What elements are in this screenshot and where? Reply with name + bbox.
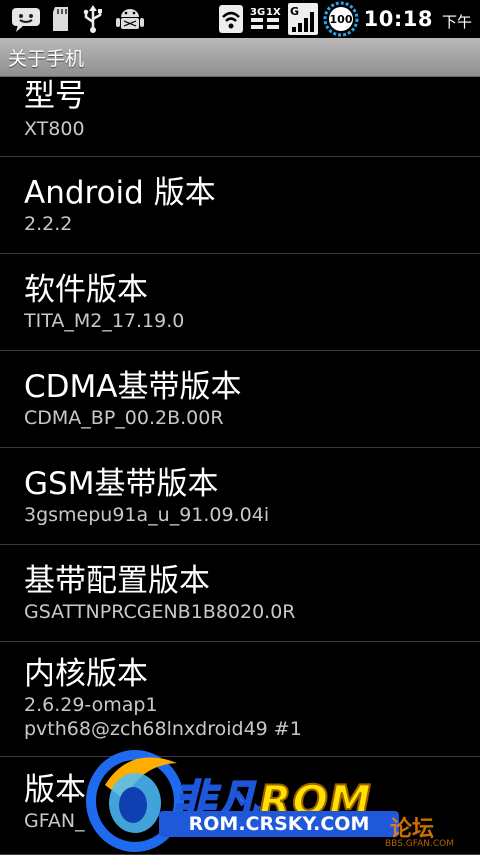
item-title: 内核版本	[24, 656, 148, 692]
item-value: 2.6.29-omap1	[24, 694, 158, 716]
item-value: XT800	[24, 118, 85, 140]
list-item-kernel-version[interactable]: 内核版本 2.6.29-omap1 pvth68@zch68lnxdroid49…	[0, 642, 480, 757]
list-item-gsm-baseband[interactable]: GSM基带版本 3gsmepu91a_u_91.09.04i	[0, 448, 480, 545]
item-title: 型号	[24, 78, 86, 114]
system-status-icons: 3G 1X G 100 10:18 下午	[218, 1, 480, 37]
signal-icon: G	[287, 3, 318, 35]
badge-g: G	[290, 5, 299, 18]
list-item-cdma-baseband[interactable]: CDMA基带版本 CDMA_BP_00.2B.00R	[0, 351, 480, 448]
usb-icon	[78, 4, 108, 34]
item-value: GSATTNPRCGENB1B8020.0R	[24, 601, 296, 623]
item-title: 软件版本	[24, 272, 148, 308]
about-phone-list[interactable]: 型号 XT800 Android 版本 2.2.2 软件版本 TITA_M2_1…	[0, 77, 480, 855]
data-3g-1x-icon: 3G 1X	[248, 3, 283, 35]
item-value: TITA_M2_17.19.0	[24, 310, 185, 332]
android-debug-icon	[114, 4, 146, 34]
badge-3g: 3G	[250, 7, 265, 18]
item-title: CDMA基带版本	[24, 369, 242, 405]
item-value: CDMA_BP_00.2B.00R	[24, 407, 224, 429]
clock-ampm: 下午	[441, 12, 472, 31]
battery-icon: 100	[323, 1, 359, 37]
wifi-icon	[218, 4, 244, 34]
item-value-line2: pvth68@zch68lnxdroid49 #1	[24, 718, 302, 740]
list-item-software-version[interactable]: 软件版本 TITA_M2_17.19.0	[0, 254, 480, 351]
item-title: 版本	[24, 772, 86, 808]
title-bar: 关于手机	[0, 38, 480, 77]
clock: 10:18	[363, 7, 433, 31]
list-item-build-version[interactable]: 版本 GFAN_	[0, 757, 480, 855]
list-item-model[interactable]: 型号 XT800	[0, 77, 480, 157]
item-value: 3gsmepu91a_u_91.09.04i	[24, 504, 270, 526]
list-item-baseband-config[interactable]: 基带配置版本 GSATTNPRCGENB1B8020.0R	[0, 545, 480, 642]
item-title: Android 版本	[24, 175, 216, 211]
item-title: 基带配置版本	[24, 563, 210, 599]
item-value: GFAN_	[24, 810, 85, 832]
notification-icons[interactable]	[0, 4, 146, 34]
battery-level: 100	[329, 13, 352, 26]
chat-icon	[10, 5, 44, 33]
badge-1x: 1X	[266, 7, 281, 18]
sd-card-icon	[50, 4, 72, 34]
page-title: 关于手机	[8, 47, 85, 70]
list-item-android-version[interactable]: Android 版本 2.2.2	[0, 157, 480, 254]
item-value: 2.2.2	[24, 213, 73, 235]
status-bar: 3G 1X G 100 10:18 下午	[0, 0, 480, 38]
item-title: GSM基带版本	[24, 466, 219, 502]
